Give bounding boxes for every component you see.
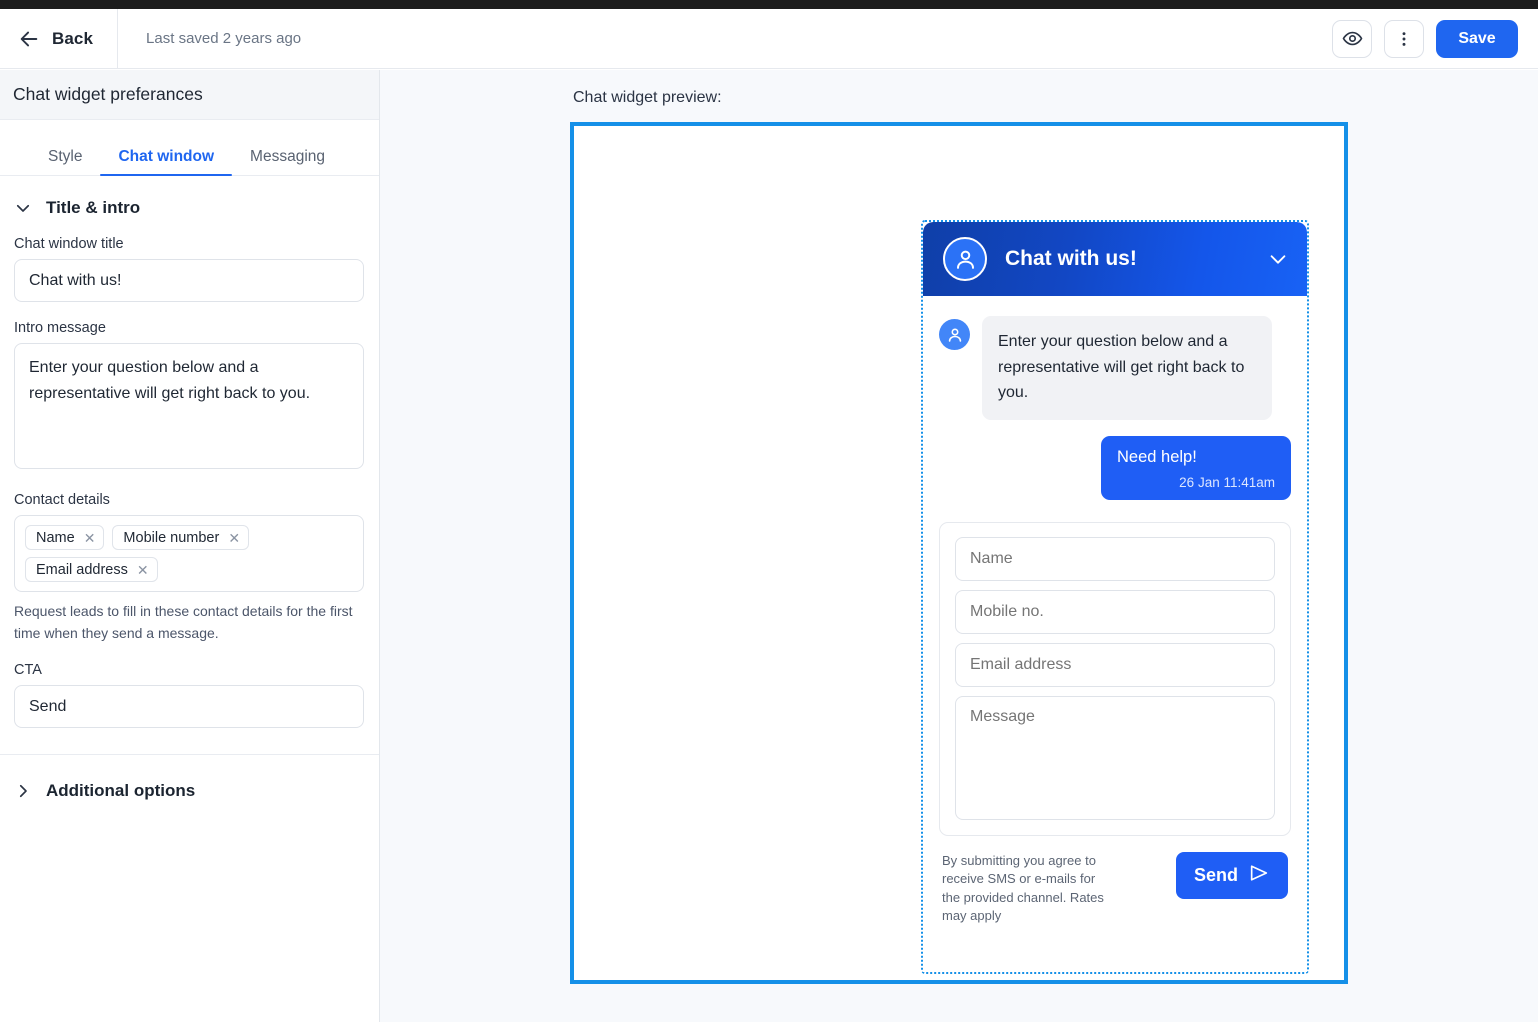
top-bar-actions: Save	[1332, 19, 1538, 58]
chip-name[interactable]: Name ✕	[25, 525, 105, 550]
tab-style[interactable]: Style	[30, 148, 100, 176]
chevron-down-icon[interactable]	[1267, 248, 1289, 270]
outgoing-message-text: Need help!	[1117, 447, 1197, 466]
os-top-strip	[0, 0, 1538, 9]
tab-messaging[interactable]: Messaging	[232, 148, 343, 176]
lead-capture-form	[939, 521, 1291, 836]
preview-caption: Chat widget preview:	[573, 89, 722, 106]
preview-mobile-input[interactable]	[955, 589, 1275, 634]
cta-field: CTA	[0, 644, 379, 729]
chip-email-address[interactable]: Email address ✕	[25, 557, 158, 582]
submit-disclaimer: By submitting you agree to receive SMS o…	[942, 852, 1104, 924]
section-title-label: Title & intro	[46, 198, 141, 217]
back-button[interactable]: Back	[0, 8, 119, 69]
close-icon[interactable]: ✕	[84, 531, 96, 545]
chevron-right-icon	[14, 782, 32, 800]
settings-sidebar: Chat widget preferances Style Chat windo…	[0, 70, 380, 1022]
eye-icon	[1342, 28, 1363, 49]
chat-window-title-label: Chat window title	[14, 236, 124, 252]
close-icon[interactable]: ✕	[228, 531, 240, 545]
intro-message-field: Intro message	[0, 302, 379, 474]
chat-widget-header[interactable]: Chat with us!	[923, 222, 1307, 296]
chat-widget-body: Enter your question below and a represen…	[923, 296, 1307, 972]
top-app-bar: Back Last saved 2 years ago Save	[0, 8, 1538, 69]
intro-message-textarea[interactable]	[14, 343, 364, 469]
user-avatar-icon	[943, 237, 987, 281]
paper-plane-icon	[1248, 862, 1270, 889]
chevron-down-icon	[14, 199, 32, 217]
back-button-label: Back	[52, 28, 94, 48]
page-body: Chat widget preferances Style Chat windo…	[0, 70, 1538, 1022]
incoming-message-bubble: Enter your question below and a represen…	[982, 316, 1272, 420]
contact-details-label: Contact details	[14, 492, 110, 508]
chip-name-label: Name	[36, 529, 75, 546]
kebab-menu-icon	[1394, 29, 1414, 49]
preview-message-textarea[interactable]	[955, 695, 1275, 820]
outgoing-message-row: Need help! 26 Jan 11:41am	[939, 435, 1291, 500]
more-options-button[interactable]	[1384, 19, 1424, 58]
chat-window-title-input[interactable]	[14, 259, 364, 302]
preview-email-input[interactable]	[955, 642, 1275, 687]
user-avatar-icon	[939, 319, 970, 350]
incoming-message-row: Enter your question below and a represen…	[939, 316, 1291, 420]
back-arrow-icon	[18, 28, 40, 50]
chat-widget-title: Chat with us!	[1005, 247, 1137, 270]
widget-selection-outline[interactable]: Chat with us! Enter your question below …	[921, 220, 1309, 974]
contact-details-hint: Request leads to fill in these contact d…	[14, 603, 353, 641]
cta-input[interactable]	[14, 685, 364, 729]
preview-pane: Chat widget preview: Chat with us! Enter…	[380, 70, 1538, 1022]
chat-widget: Chat with us! Enter your question below …	[923, 222, 1307, 972]
close-icon[interactable]: ✕	[137, 563, 149, 577]
preview-frame: Chat with us! Enter your question below …	[570, 122, 1348, 984]
last-saved-status: Last saved 2 years ago	[146, 30, 302, 47]
preview-send-button[interactable]: Send	[1176, 851, 1288, 899]
outgoing-message-bubble: Need help! 26 Jan 11:41am	[1101, 435, 1291, 500]
submit-row: By submitting you agree to receive SMS o…	[939, 851, 1291, 926]
outgoing-message-timestamp: 26 Jan 11:41am	[1179, 474, 1275, 490]
chip-mobile-number[interactable]: Mobile number ✕	[112, 525, 250, 550]
chat-window-title-field: Chat window title	[0, 218, 379, 302]
sidebar-header: Chat widget preferances	[0, 70, 379, 120]
cta-label: CTA	[14, 662, 42, 679]
contact-details-chip-box[interactable]: Name ✕ Mobile number ✕ Email address ✕	[14, 515, 364, 592]
intro-message-label: Intro message	[14, 320, 106, 336]
tab-chat-window[interactable]: Chat window	[100, 148, 232, 176]
section-title-and-intro[interactable]: Title & intro	[0, 176, 379, 218]
contact-details-field: Contact details Name ✕ Mobile number ✕ E…	[0, 474, 379, 592]
chip-mobile-number-label: Mobile number	[123, 529, 220, 546]
save-button[interactable]: Save	[1436, 19, 1518, 58]
preview-name-input[interactable]	[955, 536, 1275, 581]
preview-send-label: Send	[1193, 864, 1238, 885]
settings-tabs: Style Chat window Messaging	[0, 120, 379, 176]
additional-options-label: Additional options	[46, 781, 196, 801]
chip-email-address-label: Email address	[36, 561, 128, 578]
page-title: Chat widget preferances	[13, 84, 203, 104]
preview-eye-button[interactable]	[1332, 19, 1372, 58]
section-additional-options[interactable]: Additional options	[0, 755, 379, 801]
